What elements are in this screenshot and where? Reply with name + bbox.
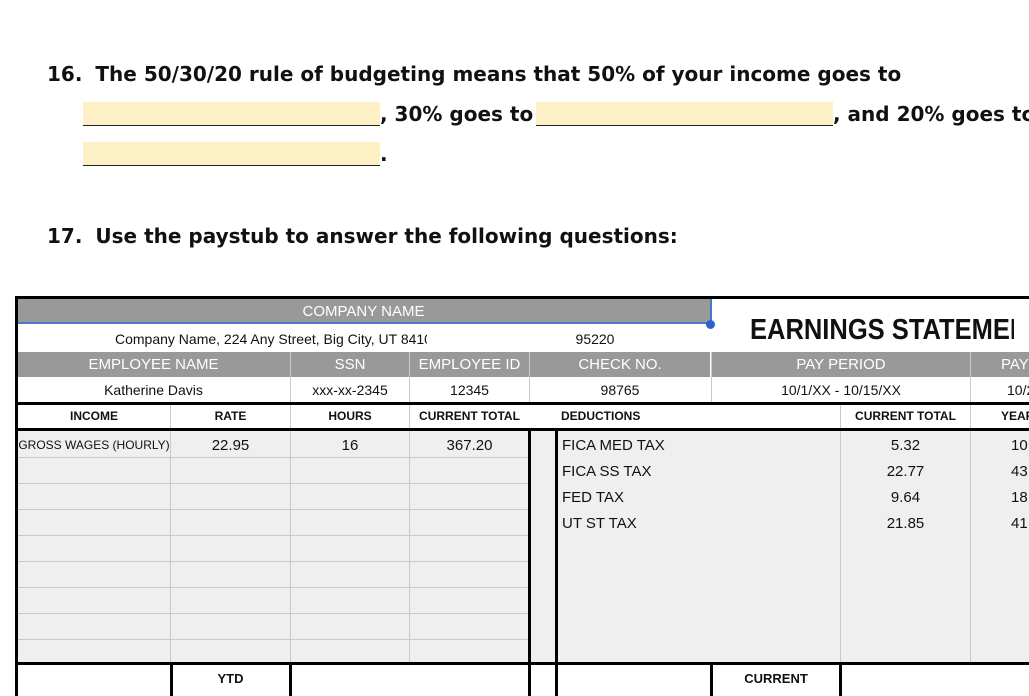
- selection-handle[interactable]: [706, 320, 715, 329]
- deduction-ytd: 18: [1011, 488, 1028, 506]
- grid-line: [409, 352, 410, 663]
- header-pay-period: PAY PERIOD: [712, 352, 970, 377]
- question-number: 16.: [47, 62, 83, 86]
- border: [15, 428, 1029, 431]
- hours-header: HOURS: [328, 409, 372, 423]
- header-pay-date: PAY DATE: [971, 352, 1029, 377]
- income-current-total: 367.20: [446, 436, 493, 454]
- income-hours: 16: [341, 436, 359, 454]
- question-text: Use the paystub to answer the following …: [95, 224, 678, 248]
- income-header: INCOME: [70, 409, 118, 423]
- company-name-header: COMPANY NAME: [17, 299, 710, 323]
- grid-line: [970, 352, 971, 663]
- question-number: 17.: [47, 224, 83, 248]
- header-employee-name: EMPLOYEE NAME: [17, 352, 290, 377]
- deduction-name: FICA MED TAX: [562, 436, 665, 454]
- grid-line: [17, 587, 529, 588]
- answer-blank-3[interactable]: [83, 142, 380, 166]
- deduction-name: UT ST TAX: [562, 514, 637, 532]
- deductions-header: DEDUCTIONS: [561, 409, 641, 423]
- income-rate: 22.95: [211, 436, 250, 454]
- deduction-current: 9.64: [890, 488, 921, 506]
- deduction-ytd: 41: [1011, 514, 1028, 532]
- border: [555, 428, 558, 696]
- question-text: , 30% goes to: [380, 102, 534, 126]
- grid-line: [17, 457, 529, 458]
- question-text: , and 20% goes to: [833, 102, 1029, 126]
- answer-blank-2[interactable]: [536, 102, 833, 126]
- grid-line: [290, 352, 291, 663]
- border: [15, 402, 1029, 405]
- pay-date: 10/2: [1007, 382, 1029, 398]
- current-total-header: CURRENT TOTAL: [419, 409, 520, 423]
- question-17: 17. Use the paystub to answer the follow…: [47, 224, 678, 248]
- header-employee-id: EMPLOYEE ID: [410, 352, 529, 377]
- grid-line: [17, 639, 529, 640]
- border: [839, 662, 842, 696]
- deduction-current: 5.32: [890, 436, 921, 454]
- header-ssn: SSN: [291, 352, 409, 377]
- deductions-ytd-header: YEAR-TO-DATE: [1001, 409, 1029, 423]
- deduction-ytd: 43: [1011, 462, 1028, 480]
- earnings-statement-title: EARNINGS STATEMENT: [750, 313, 1014, 346]
- company-code: 95220: [575, 331, 615, 347]
- border: [710, 662, 713, 696]
- grid-line: [17, 535, 529, 536]
- border: [528, 428, 531, 696]
- footer-ytd-label: YTD: [217, 670, 244, 686]
- grid-line: [17, 509, 529, 510]
- grid-line: [840, 404, 841, 663]
- selection-border: [17, 322, 712, 324]
- border-top: [15, 296, 1029, 299]
- deductions-current-total-header: CURRENT TOTAL: [855, 409, 956, 423]
- deduction-current: 22.77: [886, 462, 925, 480]
- grid-line: [711, 352, 712, 404]
- employee-name: Katherine Davis: [104, 382, 203, 398]
- check-no: 98765: [600, 382, 640, 398]
- deduction-current: 21.85: [886, 514, 925, 532]
- pay-period: 10/1/XX - 10/15/XX: [781, 382, 901, 398]
- border: [15, 662, 1029, 665]
- rate-header: RATE: [214, 409, 247, 423]
- deduction-name: FED TAX: [562, 488, 624, 506]
- employee-ssn: xxx-xx-2345: [312, 382, 388, 398]
- question-16: 16. The 50/30/20 rule of budgeting means…: [47, 62, 901, 86]
- grid-line: [17, 561, 529, 562]
- question-text: The 50/30/20 rule of budgeting means tha…: [95, 62, 902, 86]
- deduction-name: FICA SS TAX: [562, 462, 652, 480]
- grid-line: [17, 483, 529, 484]
- employee-id: 12345: [450, 382, 489, 398]
- footer-current-label: CURRENT: [744, 670, 808, 686]
- paystub: COMPANY NAME Company Name, 224 Any Stree…: [15, 296, 1029, 696]
- header-check-no: CHECK NO.: [530, 352, 710, 377]
- grid-line: [529, 352, 530, 404]
- question-text: .: [380, 142, 388, 166]
- border: [289, 662, 292, 696]
- answer-blank-1[interactable]: [83, 102, 380, 126]
- grid-line: [170, 404, 171, 663]
- border-left: [15, 296, 18, 696]
- company-address: Company Name, 224 Any Street, Big City, …: [115, 331, 427, 347]
- grid-line: [17, 613, 529, 614]
- income-item: GROSS WAGES (HOURLY): [18, 438, 170, 452]
- deduction-ytd: 10: [1011, 436, 1028, 454]
- border: [170, 662, 173, 696]
